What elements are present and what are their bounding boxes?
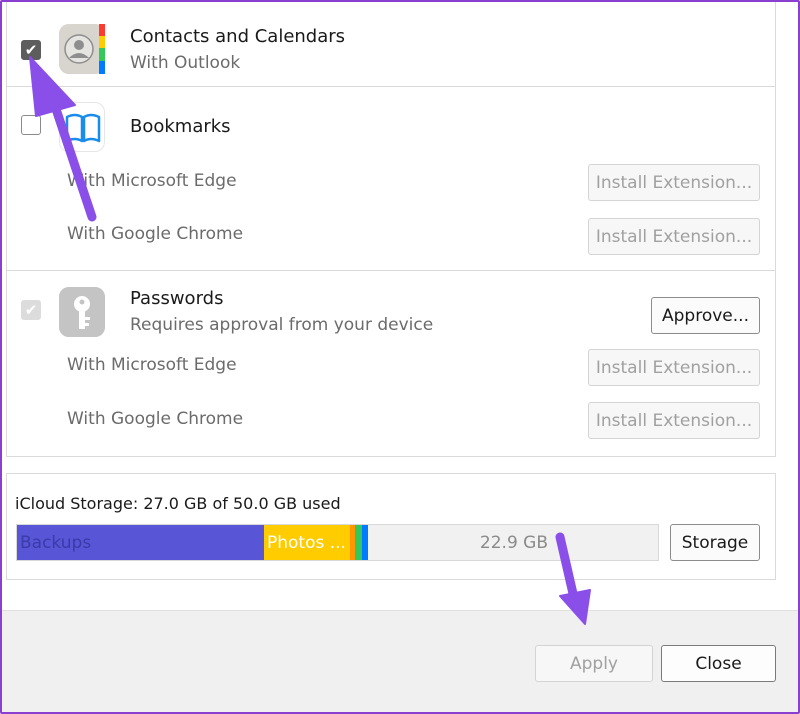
footer-bar: Apply Close: [2, 610, 798, 712]
divider: [7, 270, 775, 271]
bookmarks-title: Bookmarks: [130, 116, 231, 137]
storage-free-label: 22.9 GB: [479, 533, 548, 553]
services-panel: ✔ Contacts and Calendars With Outlook Bo…: [6, 2, 776, 457]
storage-segment-label: Photos ...: [267, 533, 346, 553]
bookmarks-chrome-label: With Google Chrome: [67, 224, 244, 244]
storage-usage-label: iCloud Storage: 27.0 GB of 50.0 GB used: [15, 494, 341, 513]
storage-button[interactable]: Storage: [670, 524, 760, 561]
passwords-edge-install-button[interactable]: Install Extension...: [588, 349, 760, 386]
divider: [7, 86, 775, 87]
contacts-checkbox[interactable]: ✔: [21, 40, 41, 60]
passwords-edge-label: With Microsoft Edge: [67, 355, 237, 375]
storage-segment: [350, 525, 355, 560]
storage-panel: iCloud Storage: 27.0 GB of 50.0 GB used …: [6, 473, 776, 580]
passwords-title: Passwords: [130, 288, 224, 309]
close-button[interactable]: Close: [661, 645, 776, 682]
passwords-checkbox[interactable]: ✔: [21, 300, 41, 320]
contacts-title: Contacts and Calendars: [130, 26, 346, 47]
storage-segment-label: Backups: [20, 533, 92, 553]
contacts-icon: [59, 24, 105, 74]
approve-button[interactable]: Approve...: [651, 297, 760, 334]
storage-bar: Photos ... Backups 22.9 GB: [16, 524, 659, 561]
passwords-chrome-label: With Google Chrome: [67, 409, 244, 429]
sync-settings-window: ✔ Contacts and Calendars With Outlook Bo…: [0, 0, 800, 714]
storage-segment: Backups: [17, 525, 264, 560]
storage-segment: [355, 525, 362, 560]
key-icon: [59, 287, 105, 337]
passwords-chrome-install-button[interactable]: Install Extension...: [588, 402, 760, 439]
apply-button[interactable]: Apply: [535, 645, 653, 682]
passwords-subtitle: Requires approval from your device: [130, 315, 434, 335]
storage-segment: Photos ...: [264, 525, 350, 560]
storage-segment: [362, 525, 368, 560]
bookmarks-chrome-install-button[interactable]: Install Extension...: [588, 218, 760, 255]
bookmarks-edge-label: With Microsoft Edge: [67, 171, 237, 191]
bookmarks-checkbox[interactable]: [21, 115, 41, 135]
bookmarks-edge-install-button[interactable]: Install Extension...: [588, 164, 760, 201]
contacts-subtitle: With Outlook: [130, 53, 241, 73]
book-icon: [59, 102, 105, 152]
